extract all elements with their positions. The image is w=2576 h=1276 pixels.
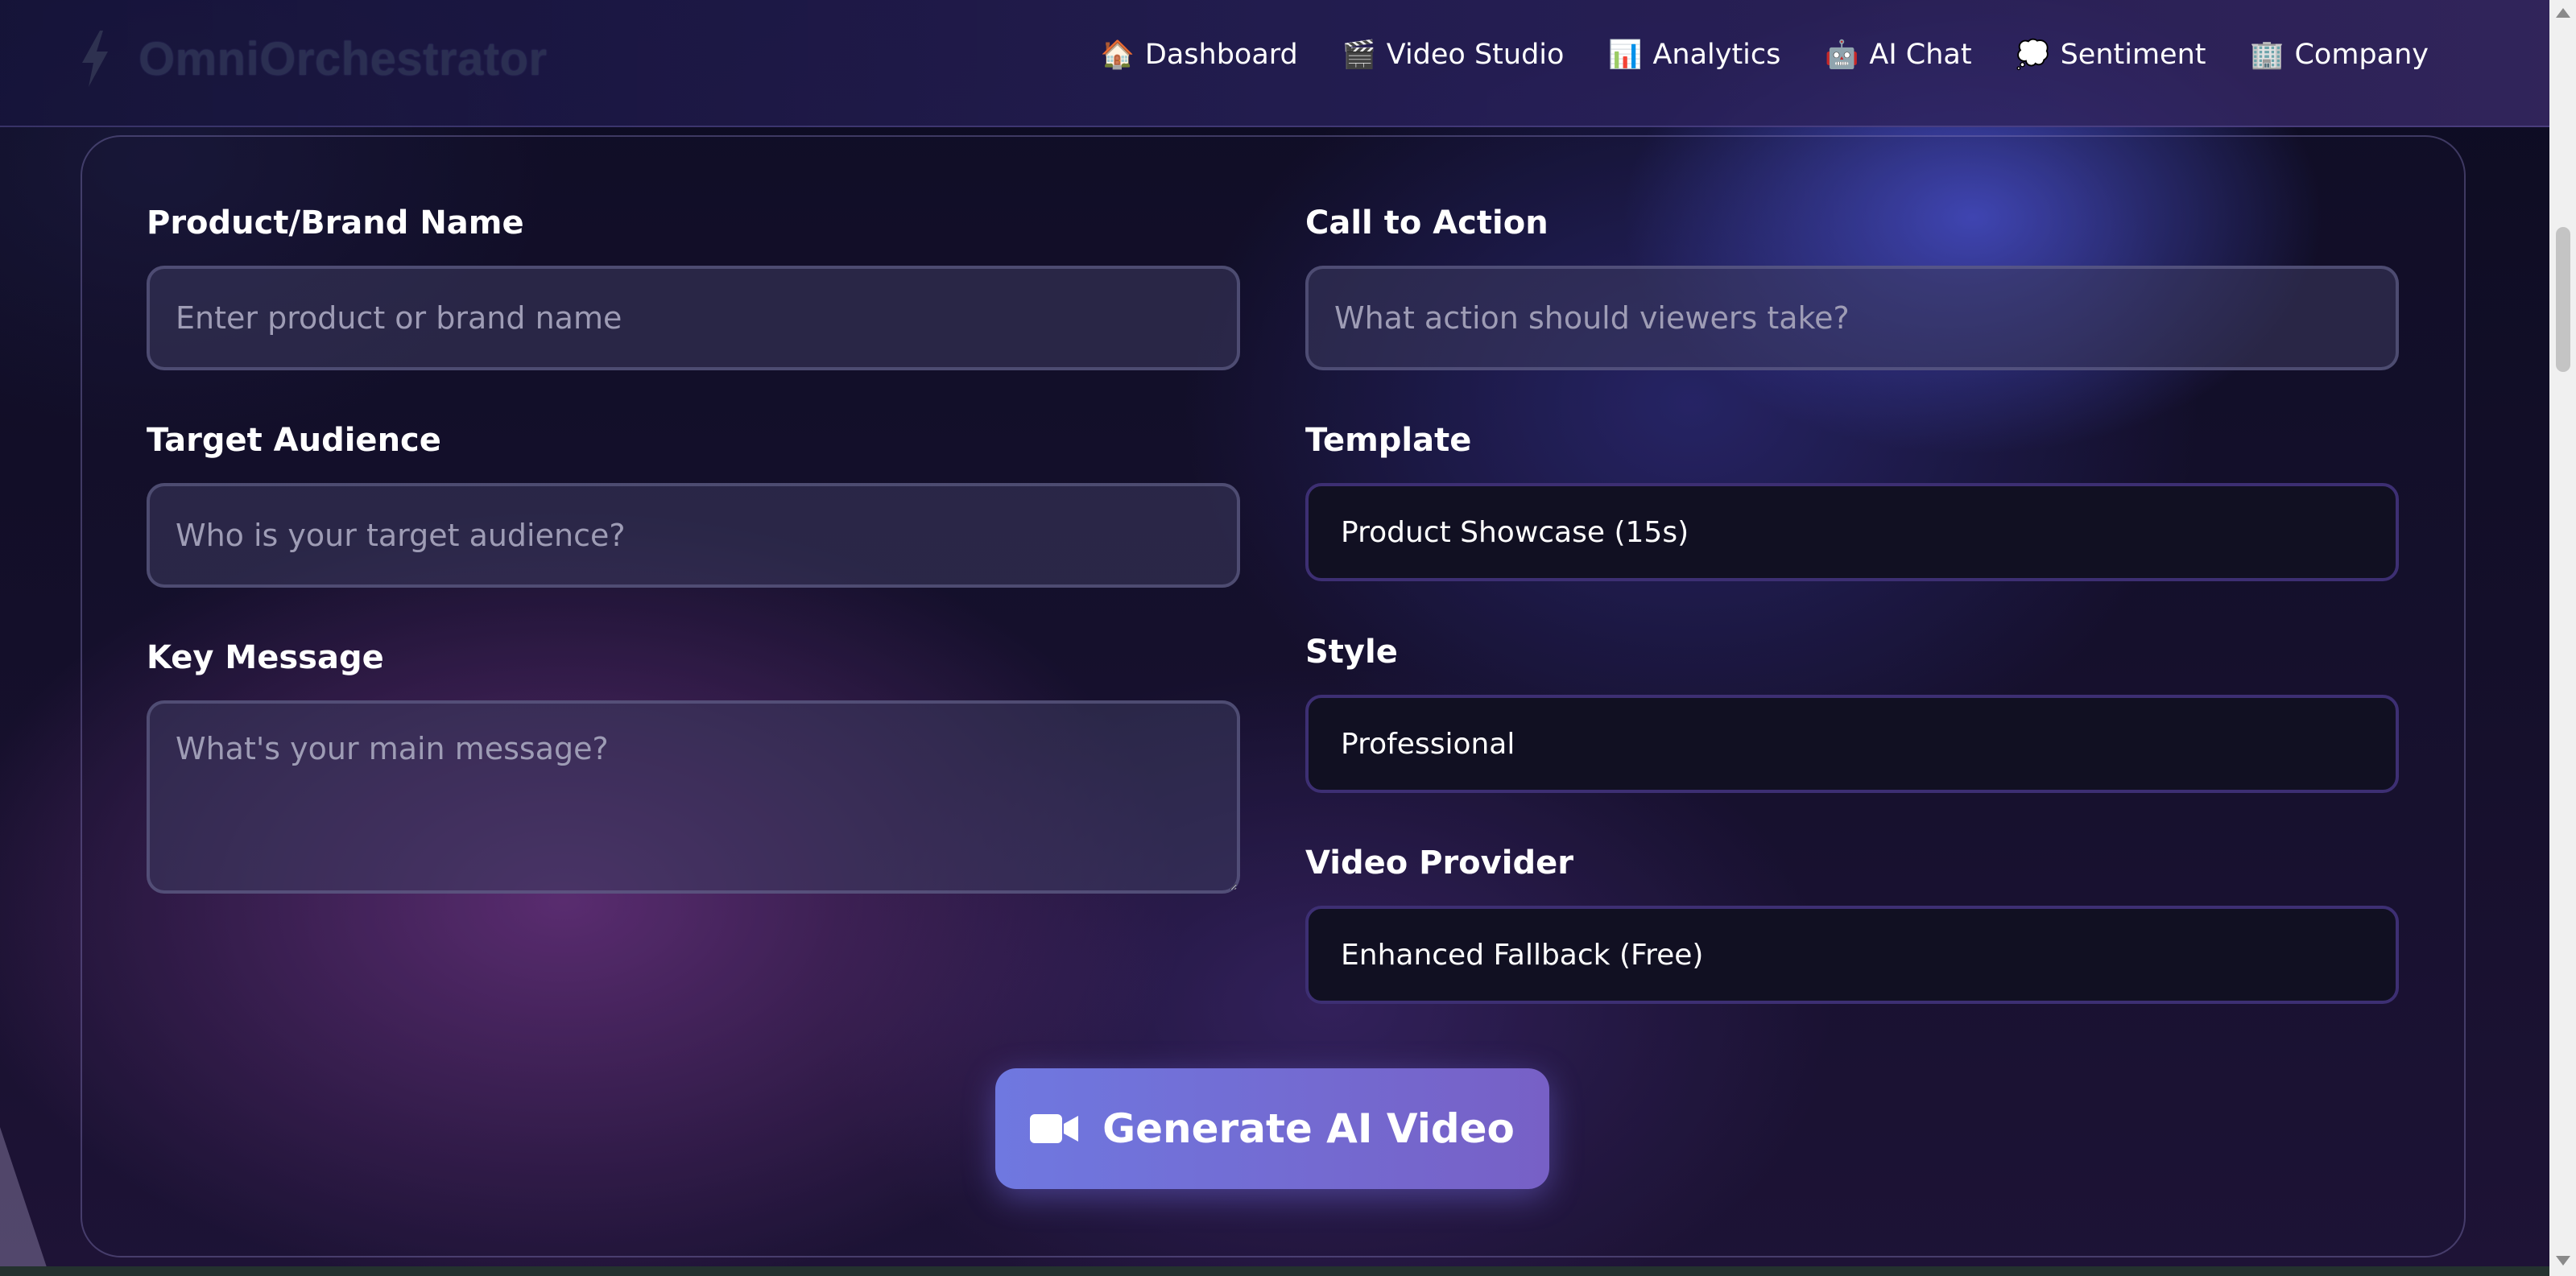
top-navbar: OmniOrchestrator 🏠 Dashboard 🎬 Video Stu…: [0, 0, 2549, 127]
robot-icon: 🤖: [1825, 39, 1859, 71]
nav-dashboard-label: Dashboard: [1144, 39, 1298, 71]
page-scrollbar[interactable]: [2549, 0, 2576, 1276]
call-to-action-label: Call to Action: [1305, 204, 1548, 242]
template-select[interactable]: Product Showcase (15s): [1305, 483, 2399, 581]
video-provider-label: Video Provider: [1305, 844, 1573, 882]
style-label: Style: [1305, 634, 1398, 671]
video-provider-select[interactable]: Enhanced Fallback (Free): [1305, 906, 2399, 1004]
scroll-up-arrow-icon[interactable]: [2556, 8, 2570, 18]
key-message-textarea[interactable]: [147, 700, 1240, 894]
nav-analytics-label: Analytics: [1652, 39, 1781, 71]
bar-chart-icon: 📊: [1608, 39, 1643, 71]
nav-company-label: Company: [2294, 39, 2429, 71]
call-to-action-input[interactable]: [1305, 266, 2399, 370]
style-select[interactable]: Professional: [1305, 695, 2399, 793]
bottom-edge-strip: [0, 1266, 2549, 1276]
nav-analytics[interactable]: 📊 Analytics: [1608, 39, 1781, 71]
office-building-icon: 🏢: [2250, 39, 2284, 71]
lightning-bolt-icon: [82, 31, 108, 87]
house-icon: 🏠: [1100, 39, 1135, 71]
product-name-input[interactable]: [147, 266, 1240, 370]
style-selected-value: Professional: [1341, 727, 1515, 761]
nav-ai-chat[interactable]: 🤖 AI Chat: [1825, 39, 1972, 71]
generate-ai-video-button[interactable]: Generate AI Video: [995, 1068, 1549, 1189]
brand-logo[interactable]: OmniOrchestrator: [79, 31, 548, 87]
target-audience-label: Target Audience: [147, 422, 441, 459]
key-message-label: Key Message: [147, 639, 384, 676]
nav-company[interactable]: 🏢 Company: [2250, 39, 2429, 71]
target-audience-input[interactable]: [147, 483, 1240, 588]
clapperboard-icon: 🎬: [1342, 39, 1376, 71]
scroll-down-arrow-icon[interactable]: [2556, 1256, 2570, 1266]
brand-name: OmniOrchestrator: [139, 32, 548, 85]
nav-sentiment-label: Sentiment: [2060, 39, 2206, 71]
thought-bubble-icon: 💭: [2016, 39, 2050, 71]
scrollbar-thumb[interactable]: [2556, 227, 2570, 372]
nav-video-studio[interactable]: 🎬 Video Studio: [1342, 39, 1565, 71]
template-label: Template: [1305, 422, 1472, 459]
nav-dashboard[interactable]: 🏠 Dashboard: [1100, 39, 1298, 71]
main-nav: 🏠 Dashboard 🎬 Video Studio 📊 Analytics 🤖…: [1100, 39, 2429, 71]
video-camera-icon: [1030, 1114, 1079, 1143]
nav-ai-chat-label: AI Chat: [1869, 39, 1972, 71]
product-name-label: Product/Brand Name: [147, 204, 524, 242]
nav-sentiment[interactable]: 💭 Sentiment: [2016, 39, 2206, 71]
nav-video-studio-label: Video Studio: [1386, 39, 1565, 71]
generate-ai-video-label: Generate AI Video: [1102, 1105, 1515, 1152]
template-selected-value: Product Showcase (15s): [1341, 515, 1689, 549]
video-provider-selected-value: Enhanced Fallback (Free): [1341, 938, 1704, 972]
